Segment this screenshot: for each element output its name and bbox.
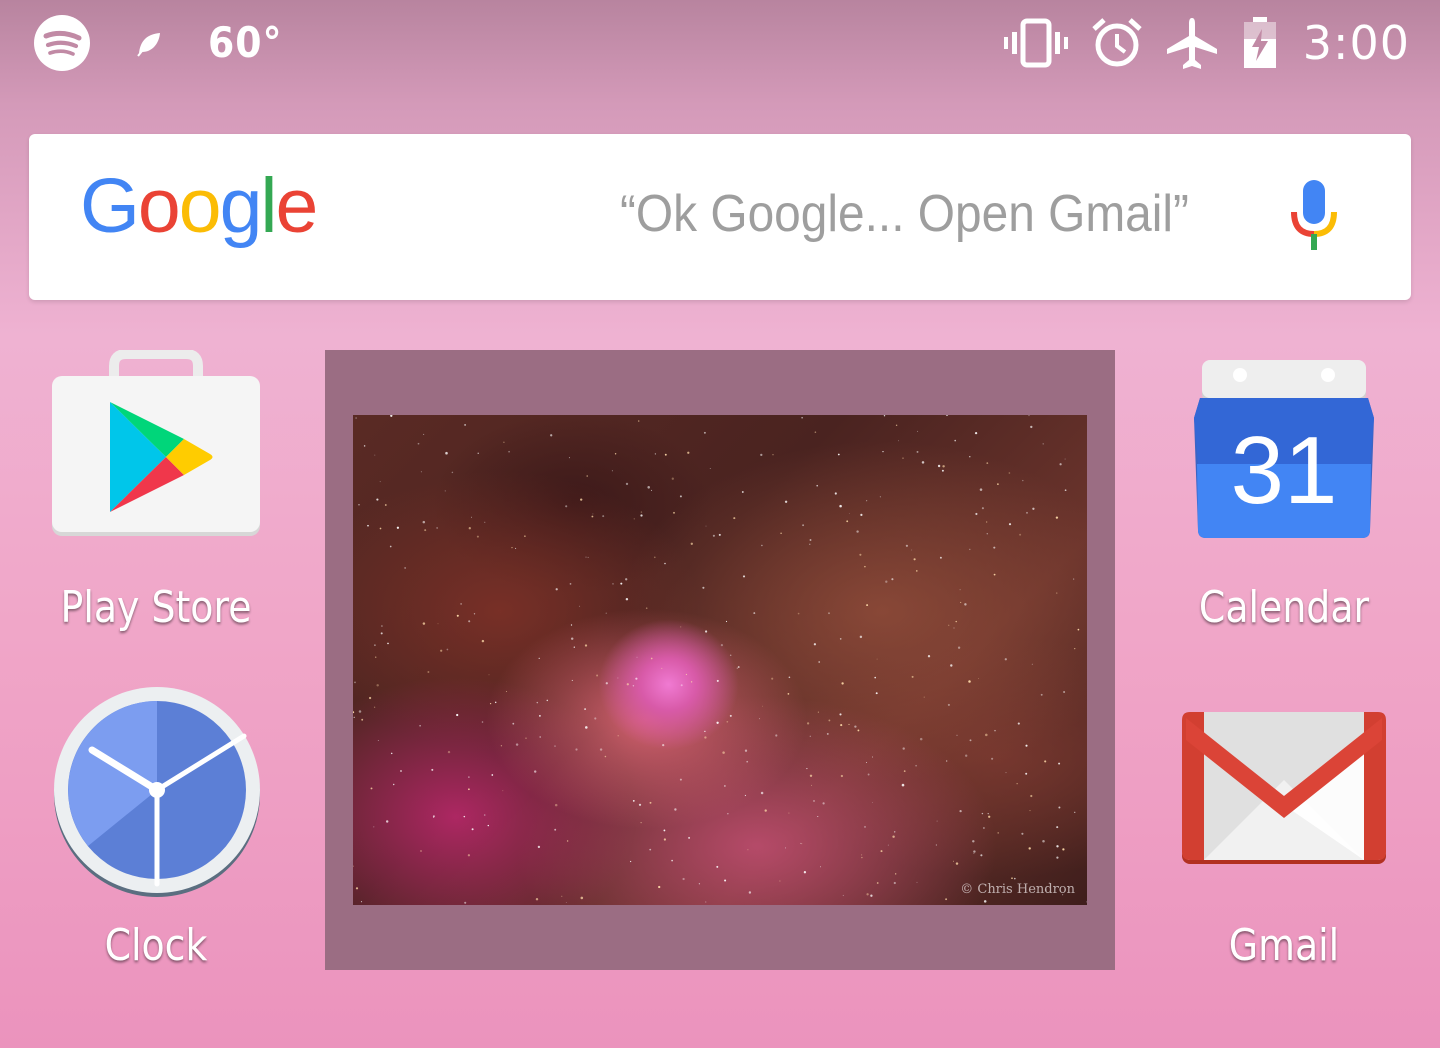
nebula-photo[interactable]: © Chris Hendron	[353, 415, 1087, 905]
calendar-label[interactable]: Calendar	[1181, 582, 1387, 633]
google-logo-letter: e	[275, 163, 319, 249]
status-clock: 3:00	[1302, 16, 1410, 70]
google-logo-letter: l	[260, 163, 277, 249]
google-logo[interactable]: Google	[80, 163, 319, 249]
calendar-date-text: 31	[1231, 417, 1338, 524]
google-logo-letter: g	[219, 163, 263, 249]
airplane-mode-icon	[1166, 18, 1217, 69]
microphone-icon[interactable]	[1286, 178, 1342, 254]
gmail-icon[interactable]	[1180, 710, 1388, 866]
nebula-stars	[353, 415, 1087, 904]
google-logo-letter: G	[80, 163, 140, 249]
play-store-icon[interactable]	[50, 350, 262, 540]
calendar-icon[interactable]: 31	[1190, 358, 1378, 542]
gmail-label[interactable]: Gmail	[1181, 920, 1387, 971]
google-logo-letter: o	[178, 163, 222, 249]
temperature-text: 60°	[208, 17, 283, 67]
status-bar-right: 3:00	[1003, 0, 1410, 86]
spotify-icon	[34, 15, 90, 71]
photo-credit: © Chris Hendron	[960, 882, 1075, 897]
google-logo-letter: o	[137, 163, 181, 249]
search-hint-text[interactable]: “Ok Google... Open Gmail”	[620, 188, 1189, 240]
vibrate-icon	[1003, 18, 1068, 68]
photo-widget[interactable]: © Chris Hendron	[325, 350, 1115, 970]
status-bar[interactable]: 60° 3:00	[0, 0, 1440, 86]
alarm-icon	[1092, 18, 1142, 67]
play-store-label[interactable]: Play Store	[53, 582, 259, 633]
status-bar-left: 60°	[34, 0, 282, 86]
battery-charging-icon	[1243, 17, 1276, 68]
leaf-icon	[137, 33, 160, 57]
clock-icon[interactable]	[50, 684, 264, 898]
clock-label[interactable]: Clock	[53, 920, 259, 971]
